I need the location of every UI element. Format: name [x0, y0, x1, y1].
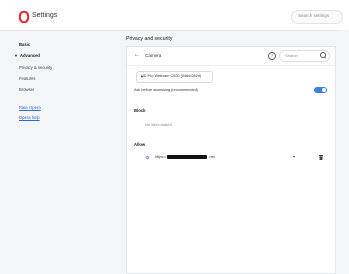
search-icon: [320, 52, 326, 58]
opera-help-link[interactable]: Opera help: [19, 115, 40, 120]
main-content: Privacy and security ← Camera ? Search H…: [126, 30, 336, 274]
sidebar-item-privacy-security[interactable]: Privacy & security: [19, 65, 52, 70]
ask-before-accessing-toggle[interactable]: [314, 87, 327, 93]
settings-search-placeholder: Search settings: [298, 13, 330, 18]
site-permission-dropdown[interactable]: ▾: [293, 154, 295, 159]
sidebar: Basic ▼ Advanced Privacy & security Featu…: [0, 30, 126, 266]
sidebar-item-browser[interactable]: Browser: [19, 87, 34, 92]
sidebar-item-label: Advanced: [19, 53, 40, 58]
chevron-down-icon: ▼: [14, 53, 18, 58]
block-empty-text: No sites added: [145, 122, 172, 127]
sidebar-item-features[interactable]: Features: [19, 76, 36, 81]
section-title: Privacy and security: [126, 36, 173, 42]
settings-search-input[interactable]: Search settings: [291, 10, 343, 24]
camera-header: ← Camera ? Search: [127, 47, 335, 66]
help-icon[interactable]: ?: [268, 52, 276, 60]
sidebar-item-label: Privacy & security: [19, 65, 53, 70]
sidebar-item-label: Basic: [19, 42, 31, 47]
camera-title: Camera: [145, 53, 162, 58]
sidebar-item-advanced[interactable]: ▼ Advanced: [14, 53, 40, 58]
site-url: https:// .net: [155, 155, 215, 159]
redacted-block: [167, 155, 208, 159]
site-url-suffix: .net: [208, 155, 215, 159]
allowed-site-row[interactable]: https:// .net ▾: [127, 151, 335, 165]
top-bar: Settings Search settings: [0, 0, 349, 31]
back-arrow-icon[interactable]: ←: [134, 52, 140, 58]
trash-icon[interactable]: [319, 155, 323, 160]
site-favicon-icon: [145, 155, 150, 160]
rate-opera-link[interactable]: Rate Opera: [19, 105, 41, 110]
site-url-prefix: https://: [155, 155, 167, 159]
sidebar-item-basic[interactable]: Basic: [19, 42, 30, 47]
app-title: Settings: [32, 12, 58, 19]
opera-logo-icon: [19, 11, 29, 23]
sidebar-item-label: Browser: [19, 87, 35, 92]
camera-device-select[interactable]: HD Pro Webcam C920 (046d:082d) ▾: [136, 71, 213, 83]
allow-heading: Allow: [134, 142, 146, 147]
camera-search-input[interactable]: Search: [279, 50, 330, 62]
camera-search-placeholder: Search: [285, 53, 298, 58]
sidebar-item-label: Features: [19, 76, 36, 81]
page-scrollbar[interactable]: [340, 30, 349, 266]
block-heading: Block: [134, 108, 146, 113]
camera-settings-card: ← Camera ? Search HD Pro Webcam C920 (04…: [126, 46, 336, 274]
chevron-down-icon: ▾: [141, 74, 144, 79]
ask-before-accessing-label: Ask before accessing (recommended): [134, 88, 198, 92]
